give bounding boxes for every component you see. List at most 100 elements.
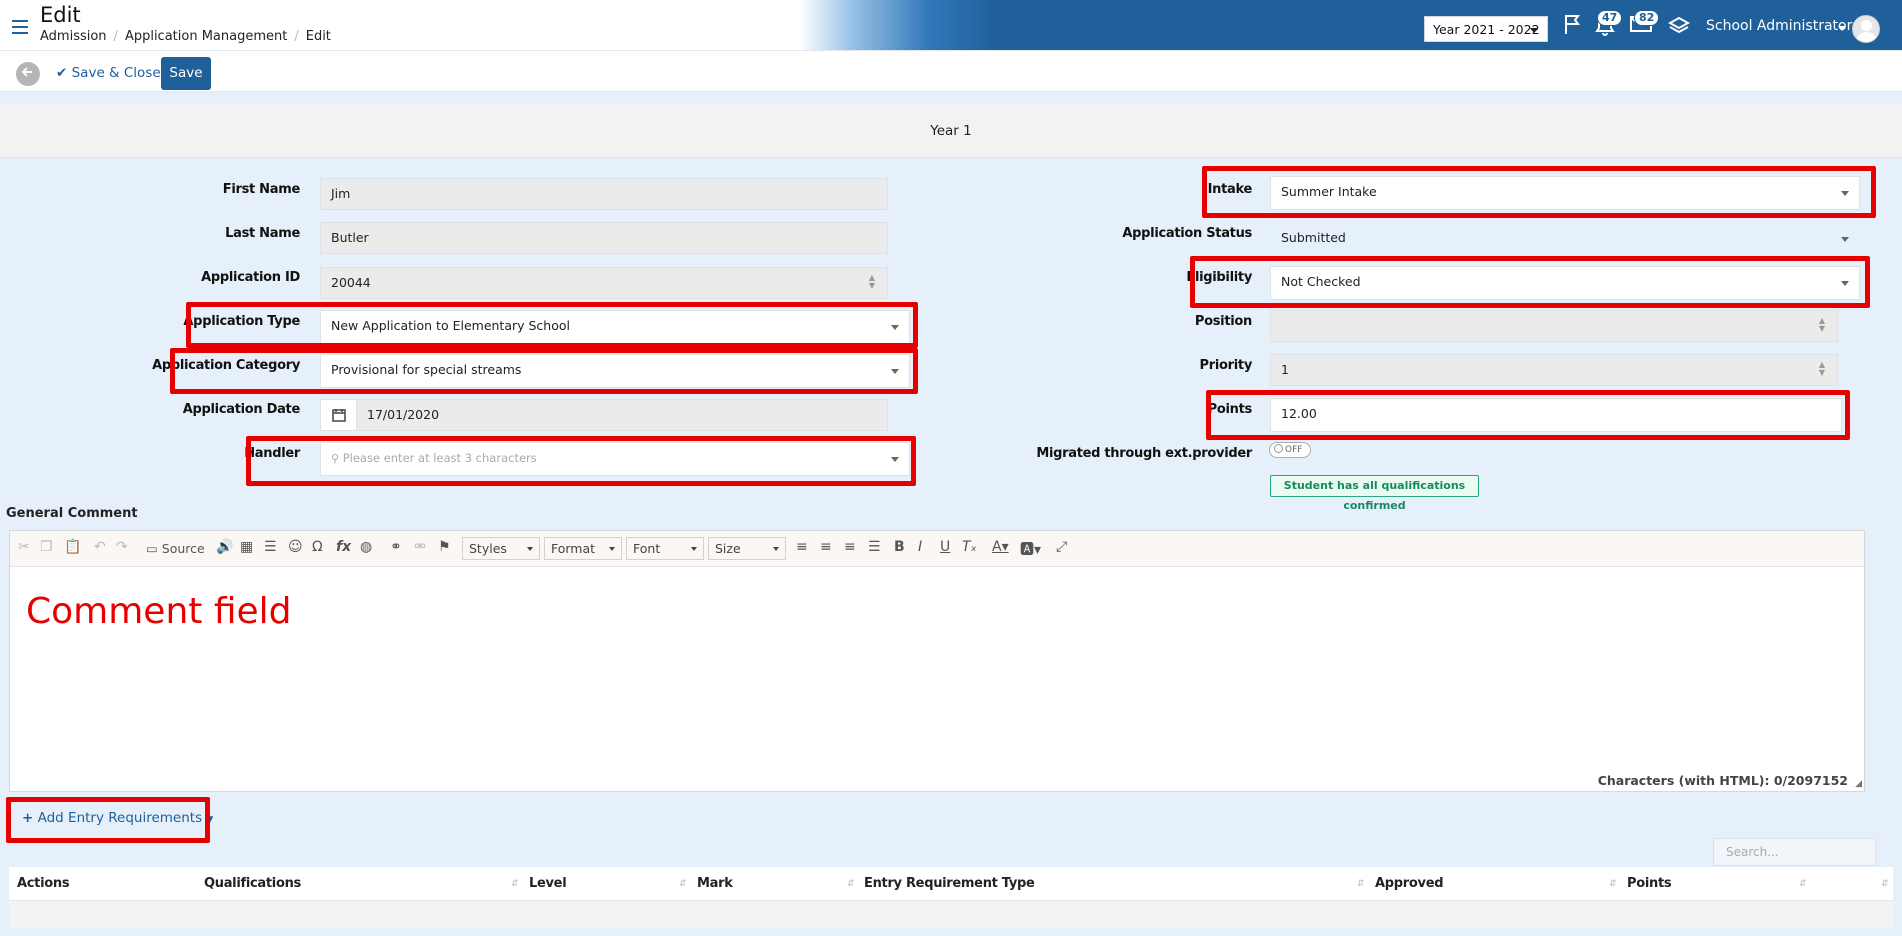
chevron-down-icon xyxy=(609,547,615,551)
speaker-icon[interactable]: 🔊 xyxy=(216,539,233,555)
year-band: Year 1 xyxy=(0,104,1902,158)
character-count: Characters (with HTML): 0/2097152 xyxy=(1597,773,1848,788)
first-name-value: Jim xyxy=(331,186,351,201)
layers-icon[interactable] xyxy=(1667,16,1691,41)
application-date-input[interactable]: 17/01/2020 xyxy=(320,399,888,431)
smiley-icon[interactable]: ☺ xyxy=(288,539,303,555)
column-points[interactable]: Points xyxy=(1627,876,1672,891)
align-center-icon[interactable]: ≡ xyxy=(820,539,832,555)
chevron-down-icon[interactable] xyxy=(1838,26,1846,31)
requirements-table-body xyxy=(9,901,1893,928)
omega-icon[interactable]: Ω xyxy=(312,539,323,555)
last-name-value: Butler xyxy=(331,230,369,245)
comment-content[interactable]: Comment field xyxy=(26,591,292,632)
save-button[interactable]: Save xyxy=(161,57,211,90)
background-color-icon[interactable]: 🅰▾ xyxy=(1020,539,1041,559)
priority-value: 1 xyxy=(1281,362,1289,377)
remove-format-icon[interactable]: Tₓ xyxy=(962,539,977,555)
breadcrumb: Admission / Application Management / Edi… xyxy=(40,29,331,44)
stepper-icon[interactable]: ▲ ▼ xyxy=(869,274,875,290)
save-close-button[interactable]: ✔ Save & Close xyxy=(56,65,161,81)
toggle-knob xyxy=(1274,444,1283,453)
globe-icon[interactable]: ◍ xyxy=(360,539,372,555)
priority-label: Priority xyxy=(1199,358,1253,373)
sort-icon[interactable]: ⇵ xyxy=(847,879,855,889)
application-date-label: Application Date xyxy=(182,402,301,417)
source-button[interactable]: ▭ Source xyxy=(146,541,205,556)
general-comment-label: General Comment xyxy=(6,506,138,521)
requirements-table-header: Actions Qualifications ⇵ Level ⇵ Mark ⇵ … xyxy=(9,867,1893,901)
application-status-select[interactable]: Submitted xyxy=(1270,222,1860,256)
sort-icon[interactable]: ⇵ xyxy=(511,879,519,889)
back-button[interactable] xyxy=(16,62,40,86)
migrated-toggle[interactable]: OFF xyxy=(1269,442,1311,458)
anchor-flag-icon[interactable]: ⚑ xyxy=(438,539,451,555)
sort-icon[interactable]: ⇵ xyxy=(1799,879,1807,889)
year-select[interactable]: Year 2021 - 2022 xyxy=(1424,16,1548,42)
breadcrumb-admission[interactable]: Admission xyxy=(40,29,107,44)
breadcrumb-edit: Edit xyxy=(305,29,331,44)
column-mark[interactable]: Mark xyxy=(697,876,733,891)
flag-icon[interactable] xyxy=(1562,13,1584,40)
source-label: Source xyxy=(161,541,205,556)
top-bar: Edit Admission / Application Management … xyxy=(0,0,1902,51)
position-label: Position xyxy=(1194,314,1252,329)
link-icon[interactable]: ⚭ xyxy=(390,539,402,555)
first-name-label: First Name xyxy=(222,182,301,197)
avatar[interactable] xyxy=(1852,15,1880,43)
chevron-down-icon xyxy=(1530,28,1538,33)
highlight-box xyxy=(170,348,918,394)
text-color-icon[interactable]: A▾ xyxy=(992,539,1009,555)
resize-handle-icon[interactable]: ◢ xyxy=(1855,779,1862,789)
align-left-icon[interactable]: ≡ xyxy=(796,539,808,555)
sort-icon[interactable]: ⇵ xyxy=(679,879,687,889)
rich-text-editor: ✂ ❐ 📋 ↶ ↷ ▭ Source 🔊 ▦ ☰ ☺ Ω fx ◍ ⚭ ⚮ ⚑ … xyxy=(9,530,1865,792)
styles-dropdown[interactable]: Styles xyxy=(462,537,540,560)
position-input[interactable]: ▲ ▼ xyxy=(1270,310,1838,342)
application-id-value: 20044 xyxy=(331,275,371,290)
maximize-icon[interactable]: ⤢ xyxy=(1056,539,1067,555)
styles-label: Styles xyxy=(469,541,507,556)
priority-input[interactable]: 1 ▲ ▼ xyxy=(1270,354,1838,386)
copy-icon[interactable]: ❐ xyxy=(40,539,53,555)
size-dropdown[interactable]: Size xyxy=(708,537,786,560)
last-name-input[interactable]: Butler xyxy=(320,222,888,254)
align-right-icon[interactable]: ≡ xyxy=(844,539,856,555)
cut-icon[interactable]: ✂ xyxy=(18,539,30,555)
migrated-label: Migrated through ext.provider xyxy=(1036,446,1252,461)
format-label: Format xyxy=(551,541,596,556)
stepper-icon[interactable]: ▲ ▼ xyxy=(1819,317,1825,333)
application-id-input[interactable]: 20044 ▲ ▼ xyxy=(320,267,888,299)
formula-icon[interactable]: fx xyxy=(336,539,351,555)
italic-icon[interactable]: I xyxy=(918,539,922,555)
column-qualifications[interactable]: Qualifications xyxy=(204,876,301,891)
highlight-box xyxy=(1190,256,1870,308)
editor-toolbar: ✂ ❐ 📋 ↶ ↷ ▭ Source 🔊 ▦ ☰ ☺ Ω fx ◍ ⚭ ⚮ ⚑ … xyxy=(10,531,1864,567)
sort-icon[interactable]: ⇵ xyxy=(1881,879,1889,889)
horizontal-rule-icon[interactable]: ☰ xyxy=(264,539,277,555)
paste-icon[interactable]: 📋 xyxy=(64,539,81,555)
justify-icon[interactable]: ☰ xyxy=(868,539,881,555)
breadcrumb-separator: / xyxy=(113,29,118,44)
notifications-count: 47 xyxy=(1597,10,1623,26)
column-approved[interactable]: Approved xyxy=(1375,876,1444,891)
underline-icon[interactable]: U xyxy=(940,539,950,555)
undo-icon[interactable]: ↶ xyxy=(94,539,106,555)
stepper-icon[interactable]: ▲ ▼ xyxy=(1819,361,1825,377)
breadcrumb-application-management[interactable]: Application Management xyxy=(125,29,287,44)
user-menu[interactable]: School Administrator xyxy=(1706,18,1852,34)
table-icon[interactable]: ▦ xyxy=(240,539,253,555)
first-name-input[interactable]: Jim xyxy=(320,178,888,210)
menu-icon[interactable] xyxy=(12,20,28,34)
sort-icon[interactable]: ⇵ xyxy=(1609,879,1617,889)
requirements-search-input[interactable]: Search... xyxy=(1713,838,1876,866)
format-dropdown[interactable]: Format xyxy=(544,537,622,560)
bold-icon[interactable]: B xyxy=(894,539,905,555)
column-level[interactable]: Level xyxy=(529,876,567,891)
calendar-icon[interactable] xyxy=(321,400,357,430)
redo-icon[interactable]: ↷ xyxy=(116,539,128,555)
sort-icon[interactable]: ⇵ xyxy=(1357,879,1365,889)
column-entry-requirement-type[interactable]: Entry Requirement Type xyxy=(864,876,1035,891)
unlink-icon[interactable]: ⚮ xyxy=(414,539,426,555)
font-dropdown[interactable]: Font xyxy=(626,537,704,560)
